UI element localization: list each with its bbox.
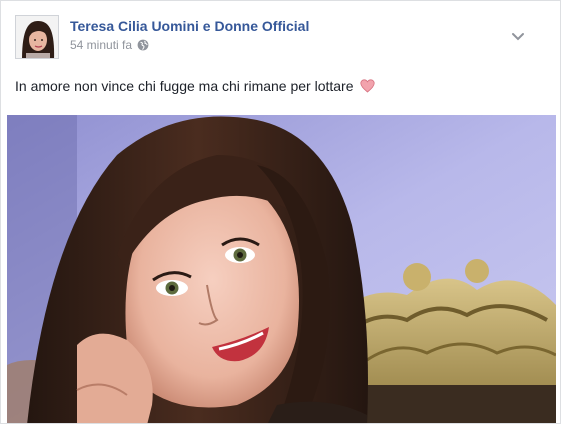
author-name-link[interactable]: Teresa Cilia Uomini e Donne Official	[70, 18, 309, 34]
chevron-down-icon[interactable]	[511, 29, 525, 41]
author-avatar[interactable]	[15, 15, 59, 59]
post-header: Teresa Cilia Uomini e Donne Official 54 …	[15, 15, 535, 61]
post-message: In amore non vince chi fugge ma chi rima…	[15, 78, 354, 94]
post-photo[interactable]	[7, 115, 556, 423]
author-avatar-image	[16, 16, 58, 58]
globe-icon[interactable]	[137, 39, 149, 51]
post-text: In amore non vince chi fugge ma chi rima…	[15, 78, 375, 94]
portrait-photo	[7, 115, 556, 423]
post-meta: 54 minuti fa	[70, 38, 149, 52]
post-timestamp[interactable]: 54 minuti fa	[70, 38, 132, 52]
facebook-post-card: Teresa Cilia Uomini e Donne Official 54 …	[0, 0, 561, 424]
heart-icon	[359, 79, 375, 93]
